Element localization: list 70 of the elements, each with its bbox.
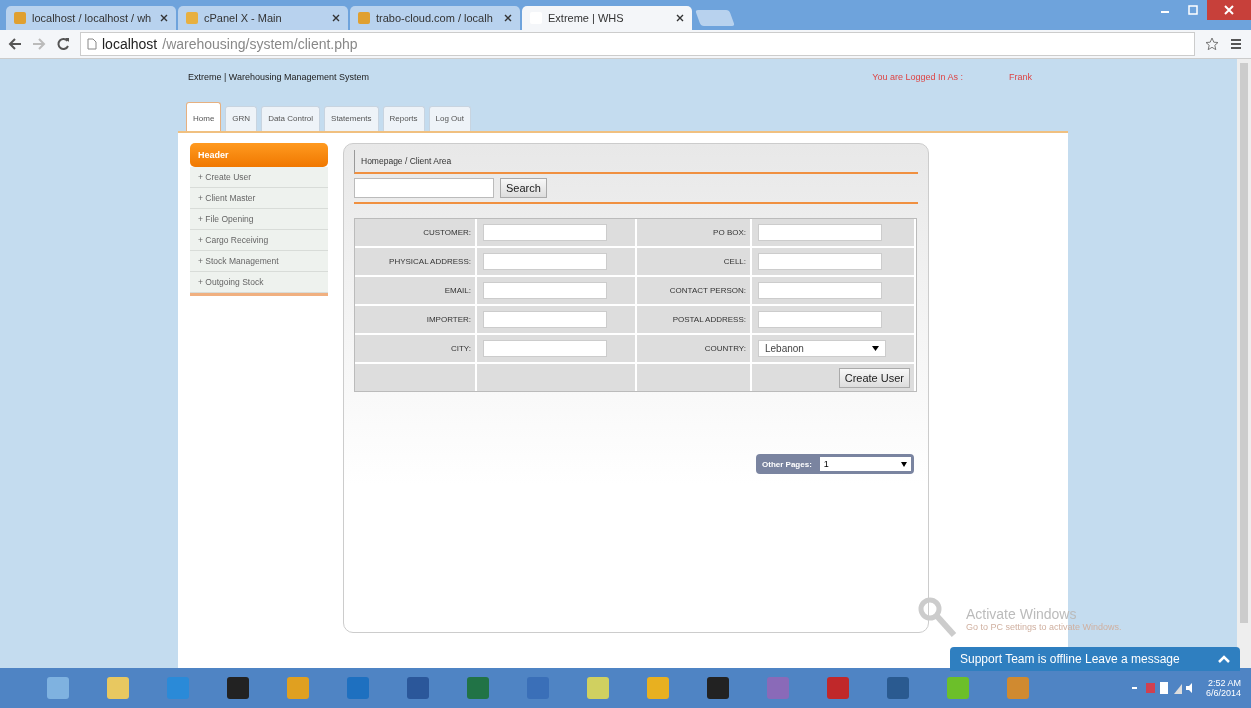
back-icon[interactable] [8, 37, 22, 51]
caret-icon [901, 461, 907, 467]
clock[interactable]: 2:52 AM 6/6/2014 [1205, 678, 1241, 698]
nav-tab[interactable]: Log Out [428, 106, 471, 131]
url-field[interactable]: localhost /warehousing/system/client.php [80, 32, 1195, 56]
login-label: You are Logged In As : [872, 72, 963, 82]
star-icon[interactable] [1205, 37, 1219, 51]
sidebar-link[interactable]: + Outgoing Stock [190, 272, 328, 293]
menu-icon[interactable] [1229, 37, 1243, 51]
close-icon[interactable] [160, 14, 168, 22]
caret-icon [872, 346, 879, 351]
text-field[interactable] [758, 253, 882, 270]
country-dropdown[interactable]: Lebanon [758, 340, 886, 357]
field-label: PHYSICAL ADDRESS: [355, 248, 475, 275]
nav-tab[interactable]: Reports [382, 106, 425, 131]
nav-tab[interactable]: GRN [225, 106, 258, 131]
text-field[interactable] [758, 224, 882, 241]
page-dropdown[interactable]: 1 [819, 457, 911, 471]
pager-label: Other Pages: [762, 459, 812, 469]
site-title: Extreme | Warehousing Management System [188, 72, 371, 82]
nav-tab[interactable]: Statements [324, 106, 379, 131]
sidebar-link[interactable]: + Client Master [190, 188, 328, 209]
sidebar-header: Header [190, 143, 328, 167]
browser-tab[interactable]: trabo-cloud.com / localh [350, 6, 520, 30]
text-field[interactable] [758, 282, 882, 299]
field-label: CONTACT PERSON: [637, 277, 750, 304]
breadcrumb: Homepage / Client Area [354, 150, 918, 174]
sidebar-link[interactable]: + Cargo Receiving [190, 230, 328, 251]
tray-icons-drawing[interactable] [1131, 681, 1192, 695]
field-label: EMAIL: [355, 277, 475, 304]
page-icon [87, 38, 97, 50]
browser-tab[interactable]: cPanel X - Main [178, 6, 348, 30]
text-field[interactable] [483, 311, 607, 328]
sidebar-link[interactable]: + File Opening [190, 209, 328, 230]
search-field[interactable] [354, 178, 494, 198]
favicon-icon [186, 12, 198, 24]
browser-tab[interactable]: Extreme | WHS [522, 6, 692, 30]
text-field[interactable] [483, 224, 607, 241]
favicon-icon [14, 12, 26, 24]
field-label: IMPORTER: [355, 306, 475, 333]
field-label: POSTAL ADDRESS: [637, 306, 750, 333]
chat-bar[interactable]: Support Team is offline Leave a message [950, 647, 1240, 671]
forward-icon[interactable] [32, 37, 46, 51]
text-field[interactable] [483, 253, 607, 270]
new-tab-button[interactable] [695, 10, 735, 26]
nav-tab[interactable]: Home [186, 102, 222, 131]
field-label: CELL: [637, 248, 750, 275]
close-icon[interactable] [332, 14, 340, 22]
activation-title: Activate Windows [966, 606, 1078, 622]
field-label: CITY: [355, 335, 475, 362]
nav-tab[interactable]: Data Control [261, 106, 321, 131]
user-name: Frank [1009, 72, 1032, 82]
sidebar-link[interactable]: + Stock Management [190, 251, 328, 272]
text-field[interactable] [758, 311, 882, 328]
text-field[interactable] [483, 282, 607, 299]
close-icon[interactable] [676, 14, 684, 22]
search-button[interactable]: Search [500, 178, 547, 198]
chevron-up-icon [1218, 655, 1230, 663]
text-field[interactable] [483, 340, 607, 357]
sidebar-link[interactable]: + Create User [190, 167, 328, 188]
create-user-button[interactable]: Create User [838, 367, 910, 388]
activation-subtitle: Go to PC settings to activate Windows. [966, 622, 1122, 632]
scrollbar[interactable] [1237, 59, 1251, 668]
favicon-icon [358, 12, 370, 24]
field-label: PO BOX: [637, 219, 750, 246]
reload-icon[interactable] [56, 37, 70, 51]
field-label: COUNTRY: [637, 335, 750, 362]
field-label: CUSTOMER: [355, 219, 475, 246]
close-icon[interactable] [504, 14, 512, 22]
browser-tab[interactable]: localhost / localhost / wh [6, 6, 176, 30]
